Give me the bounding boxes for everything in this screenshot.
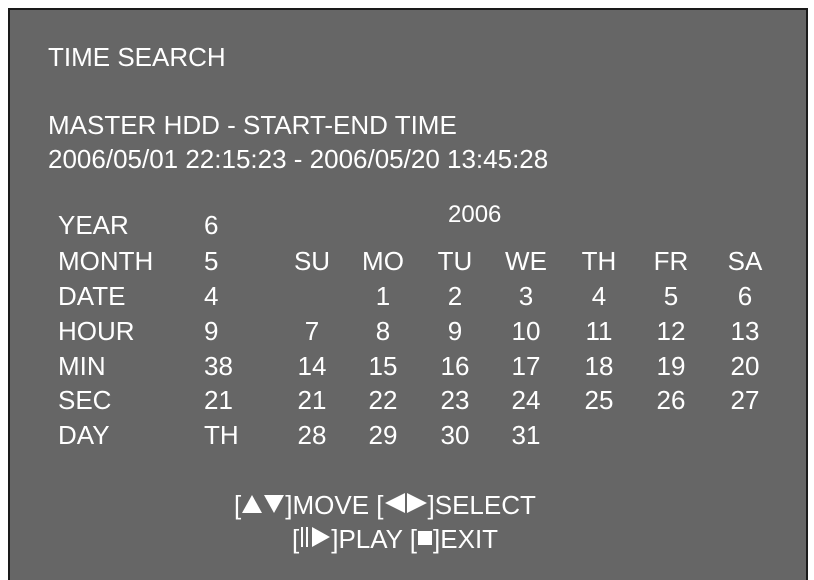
calendar-day[interactable]: 26: [641, 385, 701, 415]
left-triangle-icon: [384, 490, 406, 520]
time-search-screen: TIME SEARCH MASTER HDD - START-END TIME …: [8, 8, 808, 580]
field-label-day: DAY: [58, 420, 110, 450]
master-hdd-heading: MASTER HDD - START-END TIME: [48, 110, 457, 140]
calendar-day[interactable]: 27: [715, 385, 775, 415]
field-value-date[interactable]: 4: [204, 281, 218, 311]
calendar-day[interactable]: 13: [715, 316, 775, 346]
weekday-tu: TU: [437, 246, 473, 276]
up-triangle-icon: [241, 490, 263, 520]
calendar-day[interactable]: 12: [641, 316, 701, 346]
calendar-day[interactable]: 25: [569, 385, 629, 415]
calendar-day[interactable]: 11: [569, 316, 629, 346]
calendar-day[interactable]: 28: [282, 420, 342, 450]
weekday-fr: FR: [653, 246, 689, 276]
bracket-close: ]: [427, 490, 435, 520]
field-label-sec: SEC: [58, 385, 112, 415]
right-triangle-icon: [406, 490, 428, 520]
calendar-day[interactable]: 6: [715, 281, 775, 311]
help-play-label: PLAY: [338, 524, 403, 554]
field-value-month[interactable]: 5: [204, 246, 218, 276]
field-label-hour: HOUR: [58, 316, 135, 346]
calendar-day[interactable]: 7: [282, 316, 342, 346]
calendar-day[interactable]: 9: [425, 316, 485, 346]
field-value-min[interactable]: 38: [204, 351, 233, 381]
calendar-day[interactable]: 15: [353, 351, 413, 381]
field-value-hour[interactable]: 9: [204, 316, 218, 346]
calendar-day[interactable]: 3: [496, 281, 556, 311]
calendar-day[interactable]: 24: [496, 385, 556, 415]
calendar-day[interactable]: 10: [496, 316, 556, 346]
calendar-day[interactable]: 4: [569, 281, 629, 311]
weekday-sa: SA: [727, 246, 763, 276]
pause-icon: [299, 524, 311, 554]
calendar-day[interactable]: 29: [353, 420, 413, 450]
bracket-open: [: [376, 490, 384, 520]
page-title: TIME SEARCH: [48, 42, 226, 72]
field-label-year: YEAR: [58, 210, 129, 240]
stop-icon: [417, 524, 433, 554]
help-select-label: SELECT: [434, 490, 536, 520]
calendar-day[interactable]: 23: [425, 385, 485, 415]
field-label-date: DATE: [58, 281, 126, 311]
weekday-th: TH: [581, 246, 617, 276]
calendar-day[interactable]: 2: [425, 281, 485, 311]
calendar-day[interactable]: 17: [496, 351, 556, 381]
field-label-min: MIN: [58, 351, 106, 381]
calendar-day[interactable]: 18: [569, 351, 629, 381]
help-move-label: MOVE: [292, 490, 370, 520]
bracket-open: [: [409, 524, 418, 554]
calendar-day[interactable]: 31: [496, 420, 556, 450]
weekday-mo: MO: [362, 246, 404, 276]
calendar-day[interactable]: 30: [425, 420, 485, 450]
master-hdd-time-range: 2006/05/01 22:15:23 - 2006/05/20 13:45:2…: [48, 144, 549, 174]
weekday-su: SU: [293, 246, 331, 276]
field-label-month: MONTH: [58, 246, 154, 276]
calendar-day[interactable]: 16: [425, 351, 485, 381]
field-value-year[interactable]: 6: [204, 210, 218, 240]
field-value-sec[interactable]: 21: [204, 385, 233, 415]
calendar-day[interactable]: 14: [282, 351, 342, 381]
calendar-day[interactable]: 1: [353, 281, 413, 311]
calendar-year: 2006: [448, 201, 502, 228]
field-value-day: TH: [204, 420, 239, 450]
help-move-select: []MOVE []SELECT: [234, 490, 536, 520]
calendar-day[interactable]: 22: [353, 385, 413, 415]
bracket-open: [: [234, 490, 242, 520]
calendar-day[interactable]: 5: [641, 281, 701, 311]
calendar-day[interactable]: 20: [715, 351, 775, 381]
help-exit-label: EXIT: [440, 524, 499, 554]
calendar-day[interactable]: 8: [353, 316, 413, 346]
play-icon: [311, 524, 331, 554]
calendar-day[interactable]: 19: [641, 351, 701, 381]
bracket-open: [: [292, 524, 300, 554]
help-play-exit: []PLAY []EXIT: [292, 524, 498, 554]
down-triangle-icon: [263, 490, 285, 520]
calendar-day[interactable]: 21: [282, 385, 342, 415]
weekday-we: WE: [505, 246, 547, 276]
